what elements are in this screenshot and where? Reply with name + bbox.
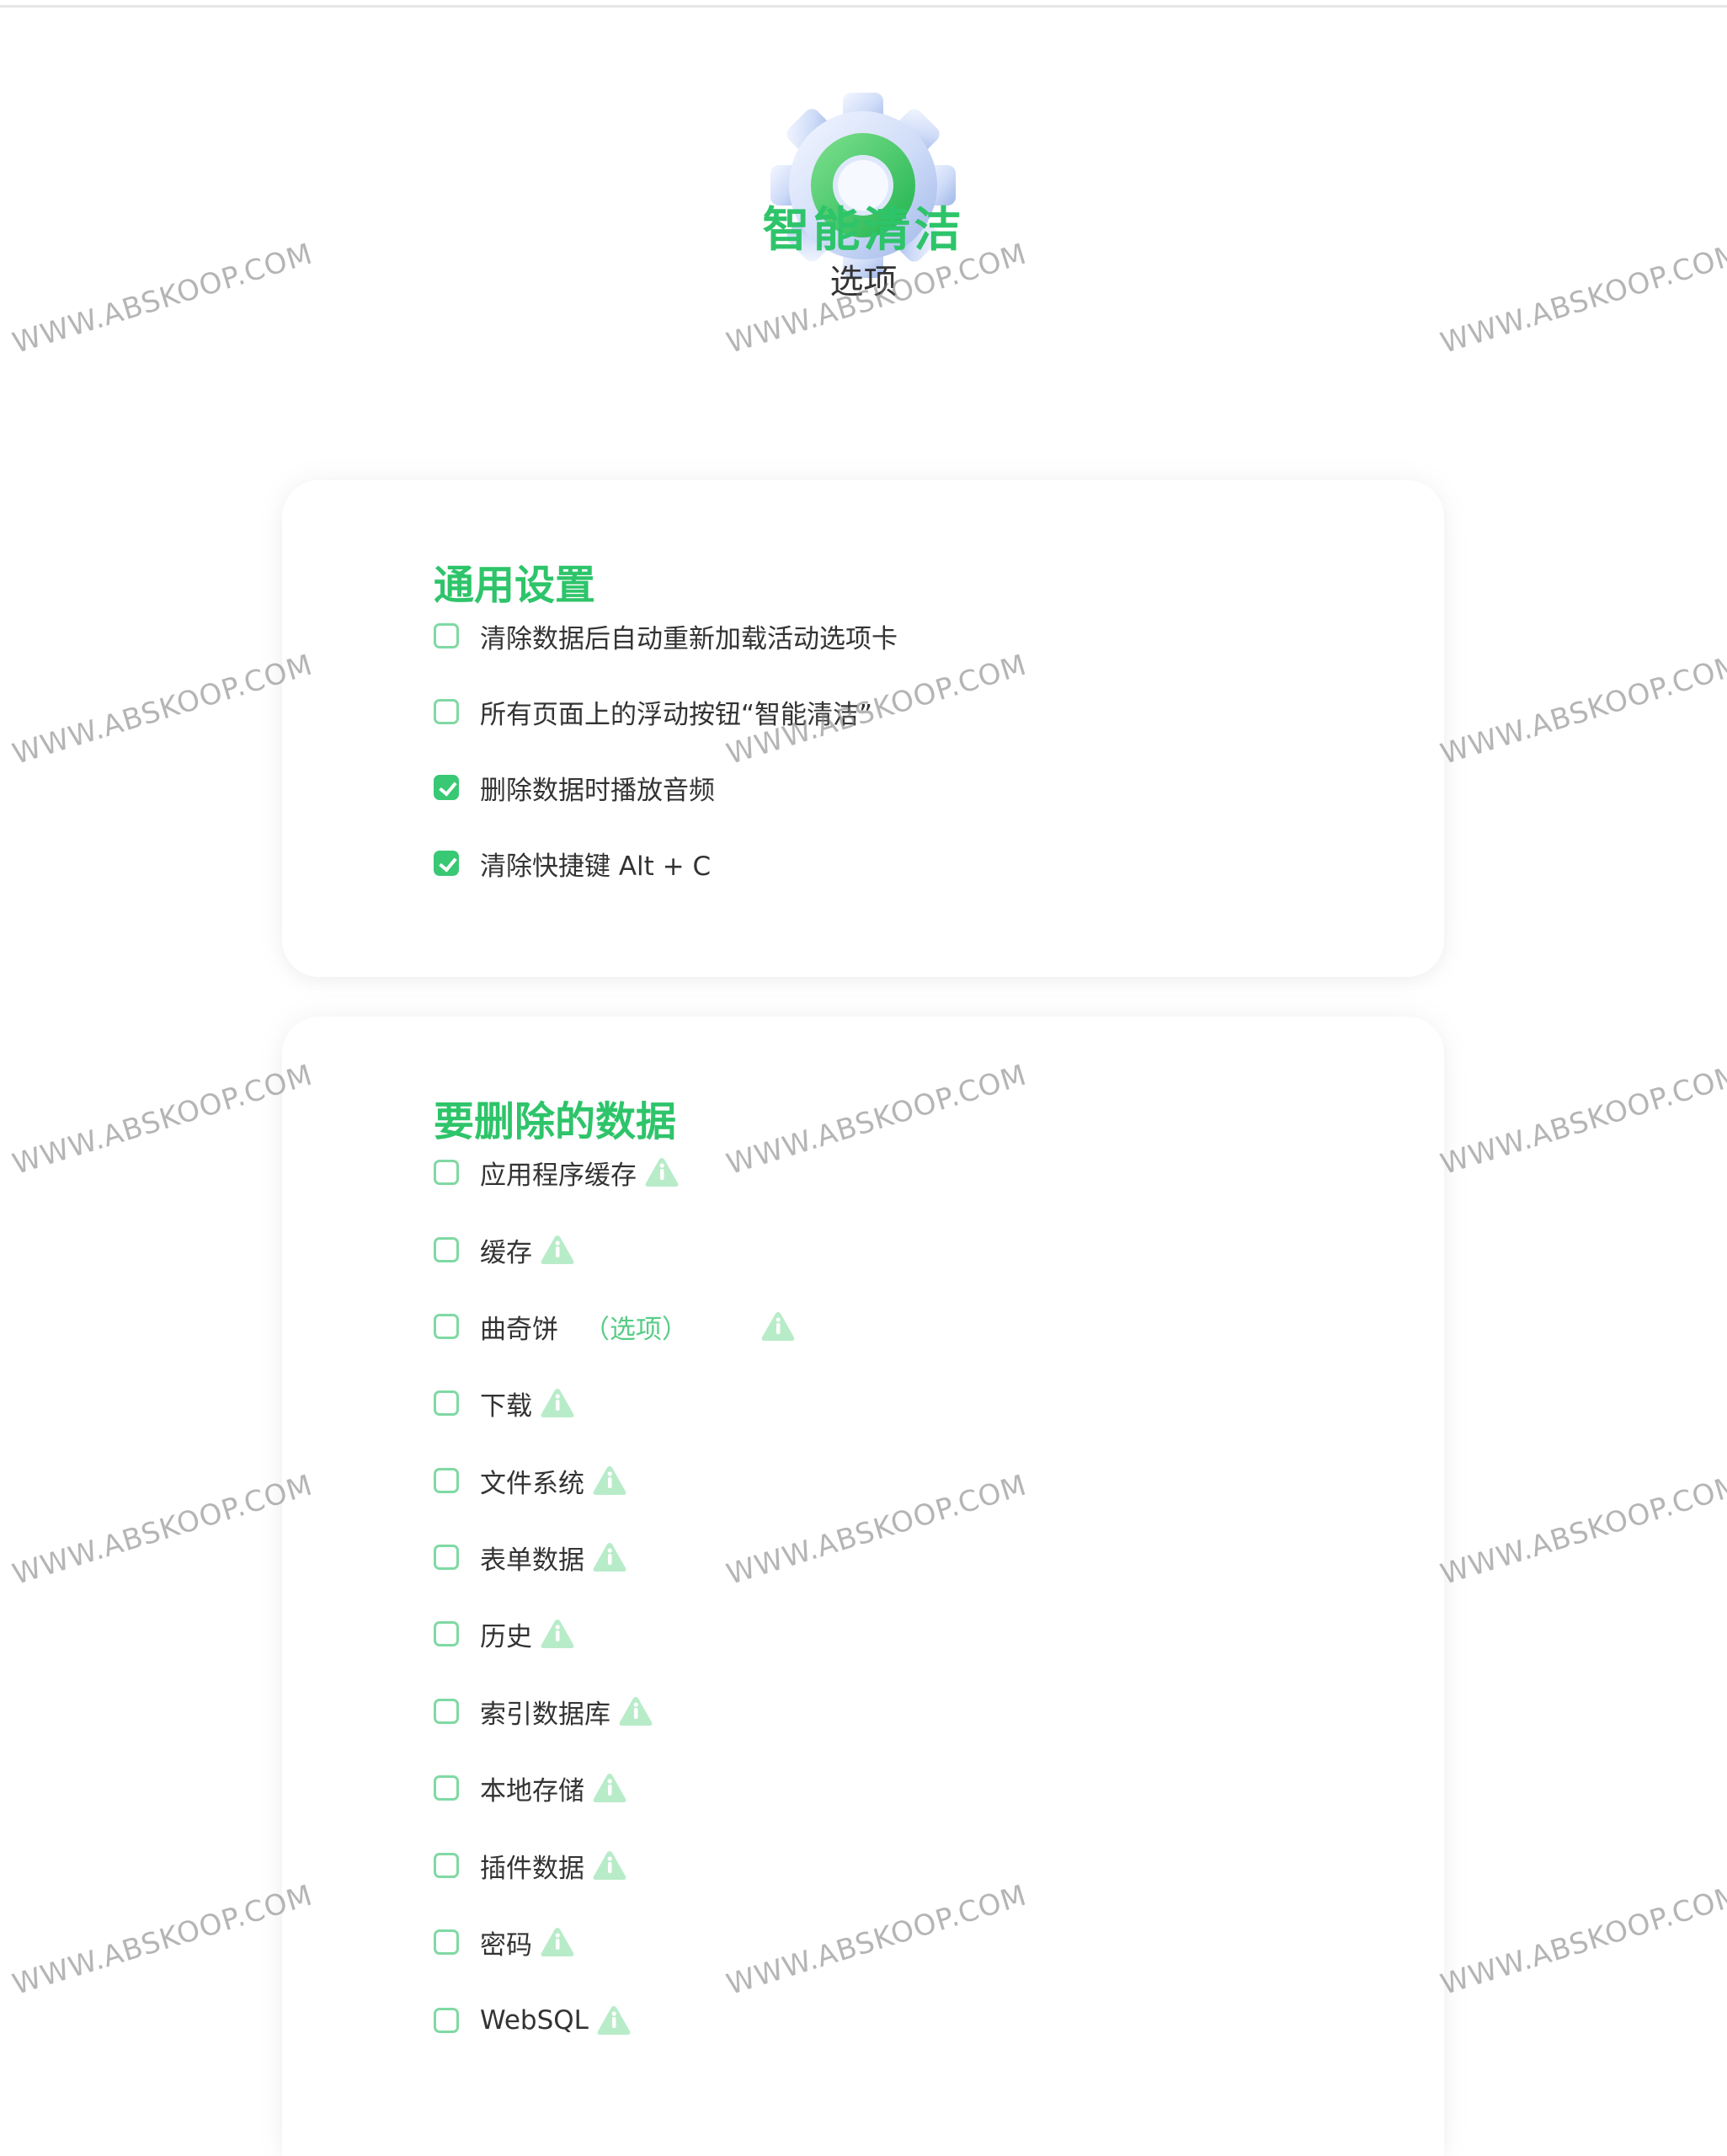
app-title: 智能清洁: [762, 203, 965, 258]
passwords-checkbox[interactable]: [434, 1929, 459, 1955]
option-local-storage[interactable]: 本地存储: [434, 1769, 628, 1806]
watermark: WWW.ABSKOOP.COM: [8, 648, 317, 771]
watermark: WWW.ABSKOOP.COM: [1437, 1058, 1727, 1182]
warning-icon[interactable]: [539, 1233, 576, 1267]
data-to-delete-card: 要删除的数据 应用程序缓存 缓存 曲奇饼 （选项） 下载 文件系统 表单数据 历…: [282, 1017, 1444, 2156]
option-label: 所有页面上的浮动按钮“智能清洁”: [480, 699, 873, 730]
option-label: WebSQL: [480, 2005, 589, 2036]
floating-button-checkbox[interactable]: [434, 699, 459, 724]
play-audio-checkbox[interactable]: [434, 775, 459, 800]
warning-icon[interactable]: [591, 1849, 628, 1882]
option-play-audio[interactable]: 删除数据时播放音频: [434, 769, 715, 806]
shortcut-checkbox[interactable]: [434, 851, 459, 876]
warning-icon[interactable]: [760, 1310, 797, 1343]
general-settings-title: 通用设置: [434, 562, 596, 609]
warning-icon[interactable]: [591, 1464, 628, 1497]
option-auto-reload[interactable]: 清除数据后自动重新加载活动选项卡: [434, 617, 898, 654]
option-floating-button[interactable]: 所有页面上的浮动按钮“智能清洁”: [434, 693, 872, 730]
cookies-checkbox[interactable]: [434, 1314, 459, 1339]
downloads-checkbox[interactable]: [434, 1390, 459, 1416]
warning-icon[interactable]: [617, 1694, 654, 1728]
top-divider: [0, 5, 1727, 8]
cookies-options-link[interactable]: （选项）: [584, 1308, 688, 1346]
option-history[interactable]: 历史: [434, 1615, 576, 1652]
option-label: 清除数据后自动重新加载活动选项卡: [480, 623, 898, 654]
watermark: WWW.ABSKOOP.COM: [8, 1058, 317, 1182]
option-label: 清除快捷键 Alt + C: [480, 851, 712, 882]
watermark: WWW.ABSKOOP.COM: [8, 1878, 317, 2002]
indexeddb-checkbox[interactable]: [434, 1699, 459, 1724]
option-label: 密码: [480, 1929, 532, 1961]
warning-icon[interactable]: [591, 1540, 628, 1574]
option-label: 本地存储: [480, 1775, 584, 1806]
option-label: 缓存: [480, 1237, 532, 1268]
option-label: 下载: [480, 1390, 532, 1422]
watermark: WWW.ABSKOOP.COM: [1437, 1468, 1727, 1592]
option-label: 表单数据: [480, 1545, 584, 1576]
warning-icon[interactable]: [643, 1155, 680, 1189]
file-systems-checkbox[interactable]: [434, 1468, 459, 1493]
option-label: 索引数据库: [480, 1699, 610, 1730]
option-indexeddb[interactable]: 索引数据库: [434, 1693, 654, 1730]
auto-reload-checkbox[interactable]: [434, 623, 459, 648]
watermark: WWW.ABSKOOP.COM: [8, 1468, 317, 1592]
history-checkbox[interactable]: [434, 1621, 459, 1646]
option-label: 删除数据时播放音频: [480, 775, 715, 806]
option-cookies[interactable]: 曲奇饼 （选项）: [434, 1308, 797, 1345]
option-label: 曲奇饼: [480, 1314, 558, 1345]
option-shortcut[interactable]: 清除快捷键 Alt + C: [434, 845, 711, 882]
cache-checkbox[interactable]: [434, 1237, 459, 1262]
option-cache[interactable]: 缓存: [434, 1231, 576, 1268]
option-form-data[interactable]: 表单数据: [434, 1539, 628, 1576]
warning-icon[interactable]: [539, 1925, 576, 1959]
form-data-checkbox[interactable]: [434, 1545, 459, 1570]
option-websql[interactable]: WebSQL: [434, 2002, 632, 2039]
option-label: 文件系统: [480, 1468, 584, 1499]
option-label: 插件数据: [480, 1853, 584, 1884]
data-to-delete-title: 要删除的数据: [434, 1098, 677, 1145]
warning-icon[interactable]: [595, 2004, 632, 2037]
option-downloads[interactable]: 下载: [434, 1385, 576, 1422]
option-app-cache[interactable]: 应用程序缓存: [434, 1154, 680, 1191]
watermark: WWW.ABSKOOP.COM: [1437, 1878, 1727, 2002]
plugin-data-checkbox[interactable]: [434, 1853, 459, 1878]
option-file-systems[interactable]: 文件系统: [434, 1462, 628, 1499]
option-label: 应用程序缓存: [480, 1160, 637, 1191]
warning-icon[interactable]: [591, 1771, 628, 1805]
app-subtitle: 选项: [829, 263, 898, 302]
app-cache-checkbox[interactable]: [434, 1160, 459, 1185]
warning-icon[interactable]: [539, 1386, 576, 1420]
option-plugin-data[interactable]: 插件数据: [434, 1847, 628, 1884]
local-storage-checkbox[interactable]: [434, 1775, 459, 1801]
websql-checkbox[interactable]: [434, 2008, 459, 2033]
watermark: WWW.ABSKOOP.COM: [1437, 648, 1727, 771]
general-settings-card: 通用设置 清除数据后自动重新加载活动选项卡 所有页面上的浮动按钮“智能清洁” 删…: [282, 480, 1444, 977]
option-label: 历史: [480, 1621, 532, 1652]
warning-icon[interactable]: [539, 1617, 576, 1651]
option-passwords[interactable]: 密码: [434, 1924, 576, 1961]
